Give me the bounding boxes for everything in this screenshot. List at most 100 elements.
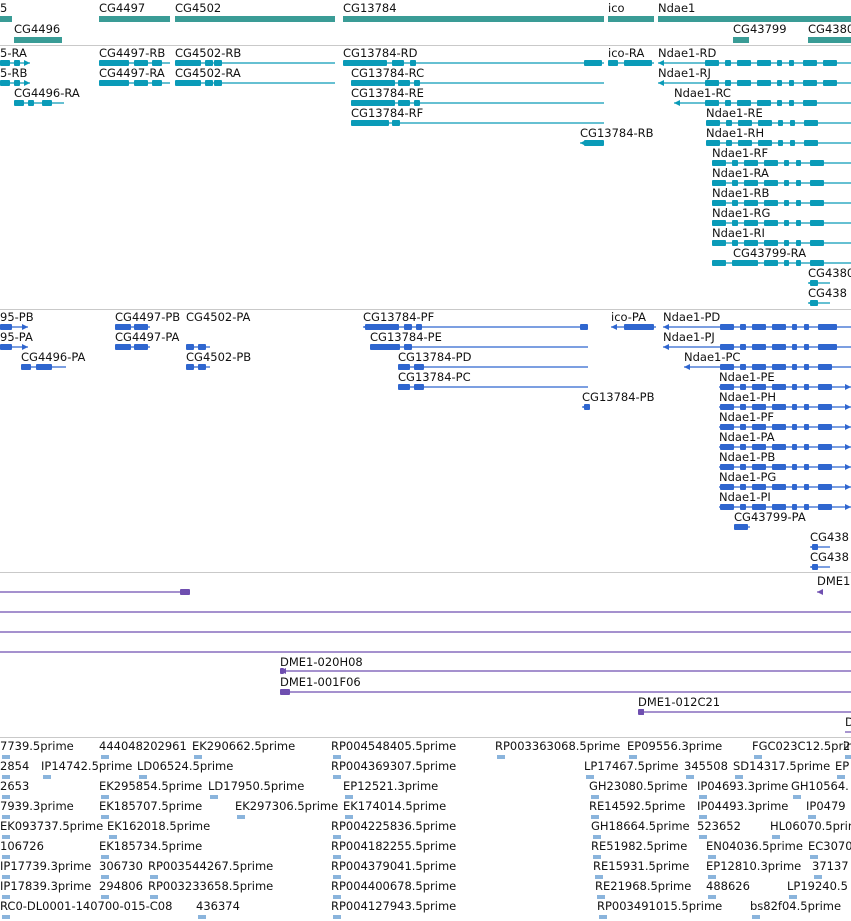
est-label[interactable]: EC3070 <box>808 840 851 853</box>
est-label[interactable]: EK185734.5prime <box>99 840 202 853</box>
est-label[interactable]: 488626 <box>706 880 750 893</box>
est-label[interactable]: IP04693.3prime <box>697 780 788 793</box>
est-label[interactable]: IP17839.3prime <box>0 880 91 893</box>
est-label[interactable]: EK297306.5prime <box>235 800 338 813</box>
protein-label[interactable]: CG4496-PA <box>21 351 85 364</box>
transcript-label[interactable]: Ndae1-RC <box>674 87 731 100</box>
transcript-label[interactable]: Ndae1-RB <box>712 187 769 200</box>
est-label[interactable]: RP003544267.5prime <box>148 860 273 873</box>
est-label[interactable]: RP004225836.5prime <box>331 820 456 833</box>
est-label[interactable]: GH18664.5prime <box>591 820 690 833</box>
est-label[interactable]: RP004182255.5prime <box>331 840 456 853</box>
transcript-label[interactable]: CG4496-RA <box>14 87 80 100</box>
est-label[interactable]: EK290662.5prime <box>192 740 295 753</box>
protein-label[interactable]: Ndae1-PA <box>719 431 775 444</box>
protein-label[interactable]: Ndae1-PI <box>719 491 771 504</box>
transcript-label[interactable]: Ndae1-RF <box>712 147 768 160</box>
est-label[interactable]: HL06070.5prime <box>770 820 851 833</box>
est-label[interactable]: LP19240.5 <box>787 880 848 893</box>
protein-label[interactable]: 95-PB <box>0 311 34 324</box>
protein-label[interactable]: CG4502-PB <box>186 351 251 364</box>
transcript-label[interactable]: ico-RA <box>608 47 644 60</box>
est-label[interactable]: EP12810.3prime <box>706 860 801 873</box>
est-label[interactable]: EK093737.5prime <box>0 820 103 833</box>
est-label[interactable]: 2854 <box>0 760 29 773</box>
gene-bar[interactable] <box>175 16 335 22</box>
clone-label[interactable]: DME1 <box>817 575 850 588</box>
transcript-label[interactable]: CG4502-RA <box>175 67 241 80</box>
gene-label[interactable]: CG4496 <box>14 23 60 36</box>
est-label[interactable]: 306730 <box>99 860 143 873</box>
gene-label[interactable]: ico <box>608 2 625 15</box>
est-label[interactable]: 523652 <box>697 820 741 833</box>
est-label[interactable]: RP004400678.5prime <box>331 880 456 893</box>
est-label[interactable]: EK295854.5prime <box>99 780 202 793</box>
protein-label[interactable]: Ndae1-PH <box>719 391 776 404</box>
gene-bar[interactable] <box>808 37 851 43</box>
est-label[interactable]: RE15931.5prime <box>593 860 689 873</box>
clone-label[interactable]: DME1-001F06 <box>280 676 361 689</box>
est-label[interactable]: 7939.3prime <box>0 800 74 813</box>
protein-label[interactable]: Ndae1-PC <box>684 351 740 364</box>
est-label[interactable]: IP04493.3prime <box>697 800 788 813</box>
gene-label[interactable]: CG13784 <box>343 2 397 15</box>
protein-label[interactable]: ico-PA <box>611 311 646 324</box>
transcript-label[interactable]: CG4502-RB <box>175 47 241 60</box>
est-label[interactable]: RE51982.5prime <box>591 840 687 853</box>
est-label[interactable]: RP004379041.5prime <box>331 860 456 873</box>
protein-label[interactable]: CG13784-PB <box>582 391 655 404</box>
est-label[interactable]: EP <box>835 760 849 773</box>
est-label[interactable]: IP0479 <box>806 800 846 813</box>
transcript-label[interactable]: 5-RA <box>0 47 27 60</box>
est-label[interactable]: RE14592.5prime <box>589 800 685 813</box>
est-label[interactable]: EP12521.3prime <box>343 780 438 793</box>
est-label[interactable]: EK185707.5prime <box>99 800 202 813</box>
est-label[interactable]: RP004127943.5prime <box>331 900 456 913</box>
protein-label[interactable]: CG4497-PB <box>115 311 180 324</box>
protein-label[interactable]: CG43799-PA <box>734 511 806 524</box>
est-label[interactable]: 436374 <box>196 900 240 913</box>
clone-label[interactable]: D <box>845 716 851 729</box>
protein-label[interactable]: 95-PA <box>0 331 33 344</box>
gene-bar[interactable] <box>99 16 170 22</box>
transcript-label[interactable]: Ndae1-RE <box>706 107 763 120</box>
est-label[interactable]: GH10564. <box>791 780 849 793</box>
est-label[interactable]: 37137 <box>812 860 849 873</box>
est-label[interactable]: 7739.5prime <box>0 740 74 753</box>
est-label[interactable]: 106726 <box>0 840 44 853</box>
protein-label[interactable]: Ndae1-PG <box>719 471 776 484</box>
transcript-label[interactable]: Ndae1-RJ <box>658 67 711 80</box>
protein-label[interactable]: Ndae1-PF <box>719 411 774 424</box>
est-label[interactable]: LD17950.5prime <box>208 780 304 793</box>
est-label[interactable]: 345508 <box>684 760 728 773</box>
gene-label[interactable]: CG43799 <box>733 23 787 36</box>
est-label[interactable]: RE21968.5prime <box>595 880 691 893</box>
gene-bar[interactable] <box>733 37 749 43</box>
est-label[interactable]: EN04036.5prime <box>706 840 803 853</box>
transcript-label[interactable]: CG43799-RA <box>733 247 806 260</box>
gene-bar[interactable] <box>14 37 62 43</box>
est-label[interactable]: RP004369307.5prime <box>331 760 456 773</box>
gene-label[interactable]: Ndae1 <box>658 2 695 15</box>
protein-label[interactable]: CG13784-PC <box>398 371 471 384</box>
protein-label[interactable]: CG13784-PE <box>370 331 442 344</box>
protein-label[interactable]: CG438 <box>810 551 849 564</box>
gene-label[interactable]: CG4380 <box>808 23 851 36</box>
est-label[interactable]: 2 <box>843 740 850 753</box>
transcript-label[interactable]: Ndae1-RI <box>712 227 765 240</box>
est-label[interactable]: RC0-DL0001-140700-015-C08 <box>0 900 172 913</box>
transcript-label[interactable]: CG4497-RA <box>99 67 165 80</box>
est-label[interactable]: FGC023C12.5prime <box>752 740 851 753</box>
gene-bar[interactable] <box>343 16 604 22</box>
est-label[interactable]: SD14317.5prime <box>733 760 830 773</box>
est-label[interactable]: 444048202961 <box>99 740 187 753</box>
protein-label[interactable]: Ndae1-PE <box>719 371 775 384</box>
transcript-label[interactable]: CG13784-RC <box>351 67 424 80</box>
transcript-label[interactable]: Ndae1-RA <box>712 167 769 180</box>
protein-label[interactable]: Ndae1-PB <box>719 451 775 464</box>
transcript-label[interactable]: CG13784-RF <box>351 107 423 120</box>
protein-label[interactable]: Ndae1-PJ <box>663 331 715 344</box>
gene-label[interactable]: CG4502 <box>175 2 221 15</box>
est-label[interactable]: EP09556.3prime <box>627 740 722 753</box>
est-label[interactable]: bs82f04.5prime <box>750 900 841 913</box>
